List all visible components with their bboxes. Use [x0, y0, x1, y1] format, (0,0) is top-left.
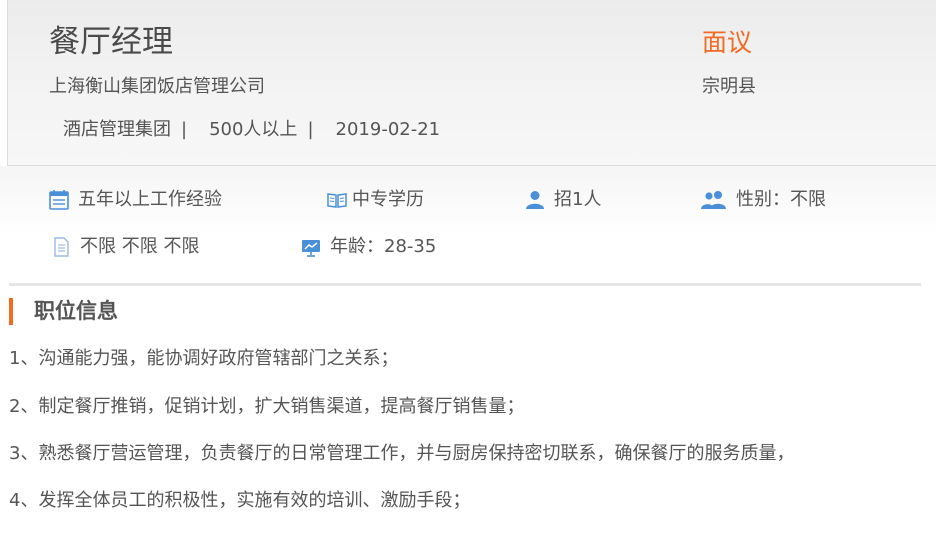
attr-education: 中专学历: [326, 187, 424, 213]
meta-separator: |: [307, 119, 314, 140]
education-text: 中专学历: [352, 189, 424, 210]
presentation-icon: [300, 236, 322, 258]
description-line: 3、熟悉餐厅营运管理，负责餐厅的日常管理工作，并与厨房保持密切联系，确保餐厅的服…: [9, 443, 795, 464]
gender-text: 性别：不限: [736, 189, 826, 210]
attr-experience: 五年以上工作经验: [48, 187, 222, 213]
description-line: 4、发挥全体员工的积极性，实施有效的培训、激励手段；: [9, 490, 471, 511]
section-divider: [9, 283, 921, 286]
job-detail-page: 餐厅经理 上海衡山集团饭店管理公司 酒店管理集团 | 500人以上 | 2019…: [0, 0, 936, 547]
job-location: 宗明县: [702, 76, 756, 97]
requirements-text: 不限 不限 不限: [80, 236, 200, 257]
calendar-icon: [48, 189, 70, 211]
company-size: 500人以上: [209, 119, 298, 140]
job-title: 餐厅经理: [49, 24, 173, 60]
experience-text: 五年以上工作经验: [78, 189, 222, 210]
age-text: 年龄：28-35: [330, 236, 437, 257]
post-date: 2019-02-21: [335, 119, 441, 140]
people-icon: [700, 189, 728, 211]
company-name[interactable]: 上海衡山集团饭店管理公司: [49, 74, 265, 100]
section-title: 职位信息: [34, 299, 118, 323]
document-icon: [50, 236, 72, 258]
description-line: 2、制定餐厅推销，促销计划，扩大销售渠道，提高餐厅销售量；: [9, 396, 525, 417]
attr-headcount: 招1人: [524, 187, 601, 213]
salary: 面议: [702, 28, 753, 57]
person-icon: [524, 189, 546, 211]
job-header: 餐厅经理 上海衡山集团饭店管理公司 酒店管理集团 | 500人以上 | 2019…: [7, 0, 936, 166]
attr-requirements: 不限 不限 不限: [50, 234, 199, 260]
job-attributes: 五年以上工作经验 中专学历 招1人 性别：不限 不限 不限 不限 年龄：28-3…: [0, 166, 936, 282]
company-industry: 酒店管理集团: [63, 119, 171, 140]
attr-gender: 性别：不限: [700, 187, 826, 213]
attr-age: 年龄：28-35: [300, 234, 436, 260]
book-icon: [326, 189, 348, 211]
description-line: 1、沟通能力强，能协调好政府管辖部门之关系；: [9, 348, 399, 369]
headcount-text: 招1人: [554, 189, 602, 210]
section-accent-bar: [9, 298, 13, 325]
company-meta: 酒店管理集团 | 500人以上 | 2019-02-21: [63, 117, 440, 143]
meta-separator: |: [181, 119, 188, 140]
